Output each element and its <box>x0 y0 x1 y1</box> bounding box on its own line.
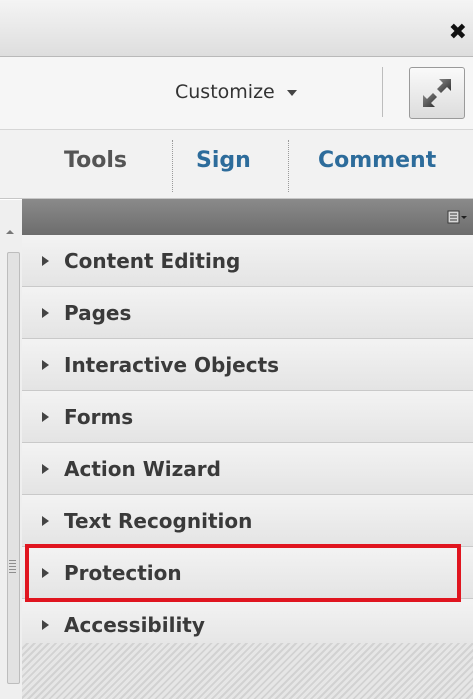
expand-triangle-icon <box>42 307 49 318</box>
panel-item-label: Accessibility <box>64 612 205 637</box>
panel-header <box>22 199 473 236</box>
empty-panel-area <box>22 643 473 699</box>
tab-tools[interactable]: Tools <box>64 148 127 173</box>
expand-triangle-icon <box>42 463 49 474</box>
expand-triangle-icon <box>42 567 49 578</box>
panel-options-icon[interactable] <box>447 210 469 224</box>
left-scrollbar[interactable] <box>0 200 23 699</box>
expand-triangle-icon <box>42 515 49 526</box>
panel-item-protection[interactable]: Protection <box>22 547 473 599</box>
close-icon[interactable]: ✖ <box>449 22 467 44</box>
panel-item-text-recognition[interactable]: Text Recognition <box>22 495 473 547</box>
expand-triangle-icon <box>42 359 49 370</box>
customize-button[interactable]: Customize <box>175 78 297 106</box>
grip-icon <box>9 560 16 574</box>
panel-item-action-wizard[interactable]: Action Wizard <box>22 443 473 495</box>
tab-separator <box>172 140 174 192</box>
customize-bar: Customize <box>0 57 473 130</box>
tab-comment[interactable]: Comment <box>318 148 436 173</box>
panel-item-label: Content Editing <box>64 248 241 273</box>
expand-triangle-icon <box>42 255 49 266</box>
customize-label: Customize <box>175 81 275 103</box>
panel-item-label: Action Wizard <box>64 456 221 481</box>
panel-item-interactive-objects[interactable]: Interactive Objects <box>22 339 473 391</box>
panel-item-label: Protection <box>64 560 182 585</box>
panel-item-pages[interactable]: Pages <box>22 287 473 339</box>
panel-item-label: Text Recognition <box>64 508 253 533</box>
tab-sign[interactable]: Sign <box>196 148 251 173</box>
expand-arrows-icon <box>423 79 451 107</box>
title-bar: ✖ <box>0 0 473 57</box>
expand-button[interactable] <box>409 67 465 119</box>
panel-item-label: Pages <box>64 300 132 325</box>
panel-item-content-editing[interactable]: Content Editing <box>22 235 473 287</box>
expand-triangle-icon <box>42 619 49 630</box>
panel-item-forms[interactable]: Forms <box>22 391 473 443</box>
tab-separator <box>288 140 290 192</box>
panel-item-label: Interactive Objects <box>64 352 280 377</box>
tools-panel: Content Editing Pages Interactive Object… <box>22 199 473 699</box>
expand-triangle-icon <box>42 411 49 422</box>
tabs-bar: Tools Sign Comment <box>0 130 473 199</box>
chevron-down-icon <box>286 90 297 96</box>
divider <box>382 67 383 117</box>
scroll-up-arrow-icon[interactable] <box>6 230 14 234</box>
panel-item-label: Forms <box>64 404 134 429</box>
scroll-thumb[interactable] <box>7 252 20 684</box>
